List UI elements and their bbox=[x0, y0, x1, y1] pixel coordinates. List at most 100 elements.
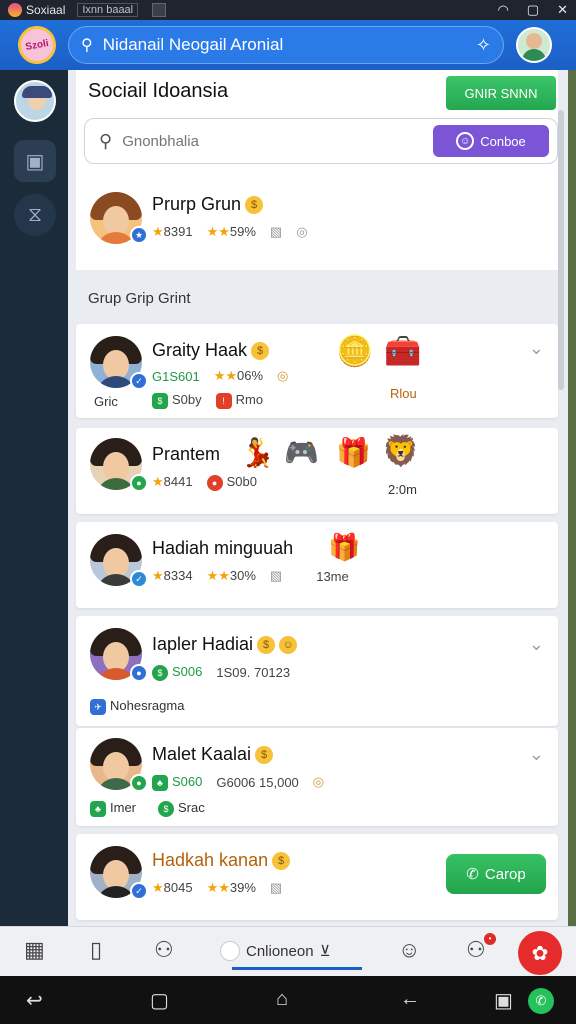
treasure-sticker: 🎁 bbox=[328, 532, 361, 562]
emoji-icon[interactable]: ☺ bbox=[398, 937, 420, 963]
chevron-down-icon[interactable]: ⌄ bbox=[529, 634, 544, 655]
group-card[interactable]: ✓ Hadiah minguuah 🎁 ★8334 ★★30% ▧ 13me bbox=[76, 522, 558, 608]
search-input[interactable] bbox=[122, 132, 423, 150]
group-stats: $ S006 1S09. 70123 bbox=[152, 664, 290, 681]
group-name: Prurp Grun $ bbox=[152, 194, 264, 215]
window-tab[interactable]: Ixnn baaal bbox=[77, 3, 139, 17]
status-bar: Soxiaal Ixnn baaal ◠ ▢ ✕ bbox=[0, 0, 576, 20]
whatsapp-icon[interactable]: ✆ bbox=[528, 988, 554, 1014]
app-icon bbox=[8, 3, 22, 17]
group-name: Iapler Hadiai $ ☺ bbox=[152, 634, 298, 655]
chevron-down-icon[interactable]: ⌄ bbox=[529, 338, 544, 359]
profile-icon[interactable]: ⚇ bbox=[154, 937, 174, 963]
online-badge: ● bbox=[130, 474, 148, 492]
back-gesture-icon[interactable]: ↩ bbox=[26, 988, 43, 1013]
app-bar: Szoli ⚲ Nidanail Neogail Aronial ✧ bbox=[0, 20, 576, 70]
group-card[interactable]: ★ Prurp Grun $ ★8391 ★★59% ▧ ◎ bbox=[76, 182, 558, 270]
verified-badge: ✓ bbox=[130, 882, 148, 900]
section-title: Grup Grip Grint bbox=[88, 290, 191, 307]
chip-icon: ◎ bbox=[296, 224, 308, 239]
sticker-label: 13me bbox=[316, 568, 349, 584]
group-name: Graity Haak $ bbox=[152, 340, 270, 361]
tab-label: Cnlioneon bbox=[246, 942, 314, 960]
online-badge: ● bbox=[130, 774, 148, 792]
overview-icon[interactable]: ▣ bbox=[494, 988, 513, 1013]
system-nav-bar: ↩ ▢ ⌂ ← ▣ ✆ bbox=[0, 976, 576, 1024]
home-icon[interactable]: ⌂ bbox=[276, 988, 288, 1011]
minimize-icon[interactable]: ▢ bbox=[527, 2, 539, 18]
rail-avatar[interactable] bbox=[14, 80, 56, 122]
group-name: Hadkah kanan $ bbox=[152, 850, 291, 871]
treasure-chest-sticker: 🧰 bbox=[384, 335, 422, 368]
sticker-label: Rlou bbox=[390, 386, 417, 401]
online-badge: ● bbox=[130, 664, 148, 682]
lion-sticker: 🦁 bbox=[382, 435, 420, 468]
coin-icon: $ bbox=[257, 636, 276, 655]
search-bar[interactable]: ⚲ Nidanail Neogail Aronial ✧ bbox=[68, 26, 504, 64]
friends-icon[interactable]: ⚇ bbox=[466, 937, 486, 963]
coins-sticker: 🪙 bbox=[336, 335, 374, 368]
sticker-label: 2:0m bbox=[388, 482, 417, 497]
group-stats: ★8334 ★★30% ▧ 13me bbox=[152, 568, 349, 584]
side-label: Gric bbox=[94, 394, 118, 409]
wifi-icon: ◠ bbox=[497, 2, 509, 17]
coin-icon: $ bbox=[255, 746, 274, 765]
bottom-nav: ▦ ▯ ⚇ Cnlioneon ⊻ ☺ ⚇ • ✿ bbox=[0, 926, 576, 976]
notification-badge: • bbox=[484, 933, 496, 945]
content-panel: Sociail Idoansia GNIR SNNN ⚲ ☺ Conboe ★ … bbox=[68, 70, 568, 926]
close-icon[interactable]: ✕ bbox=[557, 2, 568, 18]
game-sticker: 🎮 bbox=[284, 437, 319, 468]
online-badge: ★ bbox=[130, 226, 148, 244]
back-icon[interactable]: ← bbox=[400, 988, 420, 1011]
chevron-down-icon[interactable]: ⌄ bbox=[529, 744, 544, 765]
group-footer: ✈ Nohesragma bbox=[90, 698, 184, 715]
search-icon: ⚲ bbox=[99, 130, 113, 151]
search-text[interactable]: Nidanail Neogail Aronial bbox=[103, 35, 476, 55]
verified-badge: ✓ bbox=[130, 570, 148, 588]
search-field[interactable]: ⚲ ☺ Conboe bbox=[84, 118, 558, 164]
search-button[interactable]: ☺ Conboe bbox=[433, 125, 549, 157]
tab-active[interactable]: Cnlioneon ⊻ bbox=[220, 935, 360, 967]
group-card[interactable]: ● Prantem ★8441 ● S0b0 💃 🎮 🎁 🦁 2:0m bbox=[76, 428, 558, 514]
app-title: Soxiaal bbox=[26, 3, 66, 17]
join-group-button[interactable]: ✆ Carop bbox=[446, 854, 546, 894]
grid-icon[interactable]: ▦ bbox=[24, 937, 45, 963]
sparkle-icon[interactable]: ✧ bbox=[476, 35, 491, 56]
create-button[interactable]: ✿ bbox=[518, 931, 562, 975]
download-icon: ⊻ bbox=[319, 943, 331, 960]
user-avatar[interactable] bbox=[516, 27, 552, 63]
bookmark-icon[interactable]: ▯ bbox=[90, 937, 102, 963]
scrollbar[interactable] bbox=[558, 110, 564, 390]
gift-sticker: 🎁 bbox=[336, 437, 371, 468]
tab-indicator bbox=[232, 967, 362, 970]
camera-icon: ▧ bbox=[269, 224, 283, 239]
group-card[interactable]: ● Malet Kaalai $ ♣ S060 G6006 15,000 ◎ ♣ Im… bbox=[76, 728, 558, 826]
top-action-button[interactable]: GNIR SNNN bbox=[446, 76, 556, 110]
recents-icon[interactable]: ▢ bbox=[150, 988, 169, 1013]
coin-icon: $ bbox=[251, 342, 270, 361]
camera-icon: ▧ bbox=[269, 568, 283, 583]
dancing-sticker: 💃 bbox=[240, 437, 275, 468]
chip-icon: ◎ bbox=[277, 368, 289, 383]
group-stats: ★8441 ● S0b0 bbox=[152, 474, 257, 491]
group-stats: ★8045 ★★39% ▧ bbox=[152, 880, 283, 895]
search-button-label: Conboe bbox=[480, 133, 526, 149]
group-card[interactable]: ✓ Graity Haak $ G1S601 ★★06% ◎ Gric $ S0by… bbox=[76, 324, 558, 418]
app-logo[interactable]: Szoli bbox=[14, 22, 60, 68]
chip-icon: ◎ bbox=[312, 774, 325, 790]
background-strip bbox=[568, 70, 576, 926]
filter-icon[interactable]: ⧖ bbox=[14, 194, 56, 236]
verified-badge: ✓ bbox=[130, 372, 148, 390]
join-group-button-label: Carop bbox=[484, 865, 526, 883]
chat-icon[interactable]: ▣ bbox=[14, 140, 56, 182]
group-name: Hadiah minguuah bbox=[152, 538, 294, 558]
left-rail: ▣ ⧖ bbox=[0, 70, 68, 926]
group-card[interactable]: ✓ Hadkah kanan $ ★8045 ★★39% ▧ ✆ Carop bbox=[76, 834, 558, 920]
group-card[interactable]: ● Iapler Hadiai $ ☺ $ S006 1S09. 70123 ✈ Noh… bbox=[76, 616, 558, 726]
group-stats: ♣ S060 G6006 15,000 ◎ bbox=[152, 774, 324, 791]
window-thumbnail-icon[interactable] bbox=[152, 3, 167, 17]
coin-icon: $ bbox=[245, 196, 264, 215]
camera-icon: ▧ bbox=[269, 880, 283, 895]
chat-bubble-icon bbox=[220, 941, 240, 961]
group-stats: G1S601 ★★06% ◎ bbox=[152, 368, 289, 384]
